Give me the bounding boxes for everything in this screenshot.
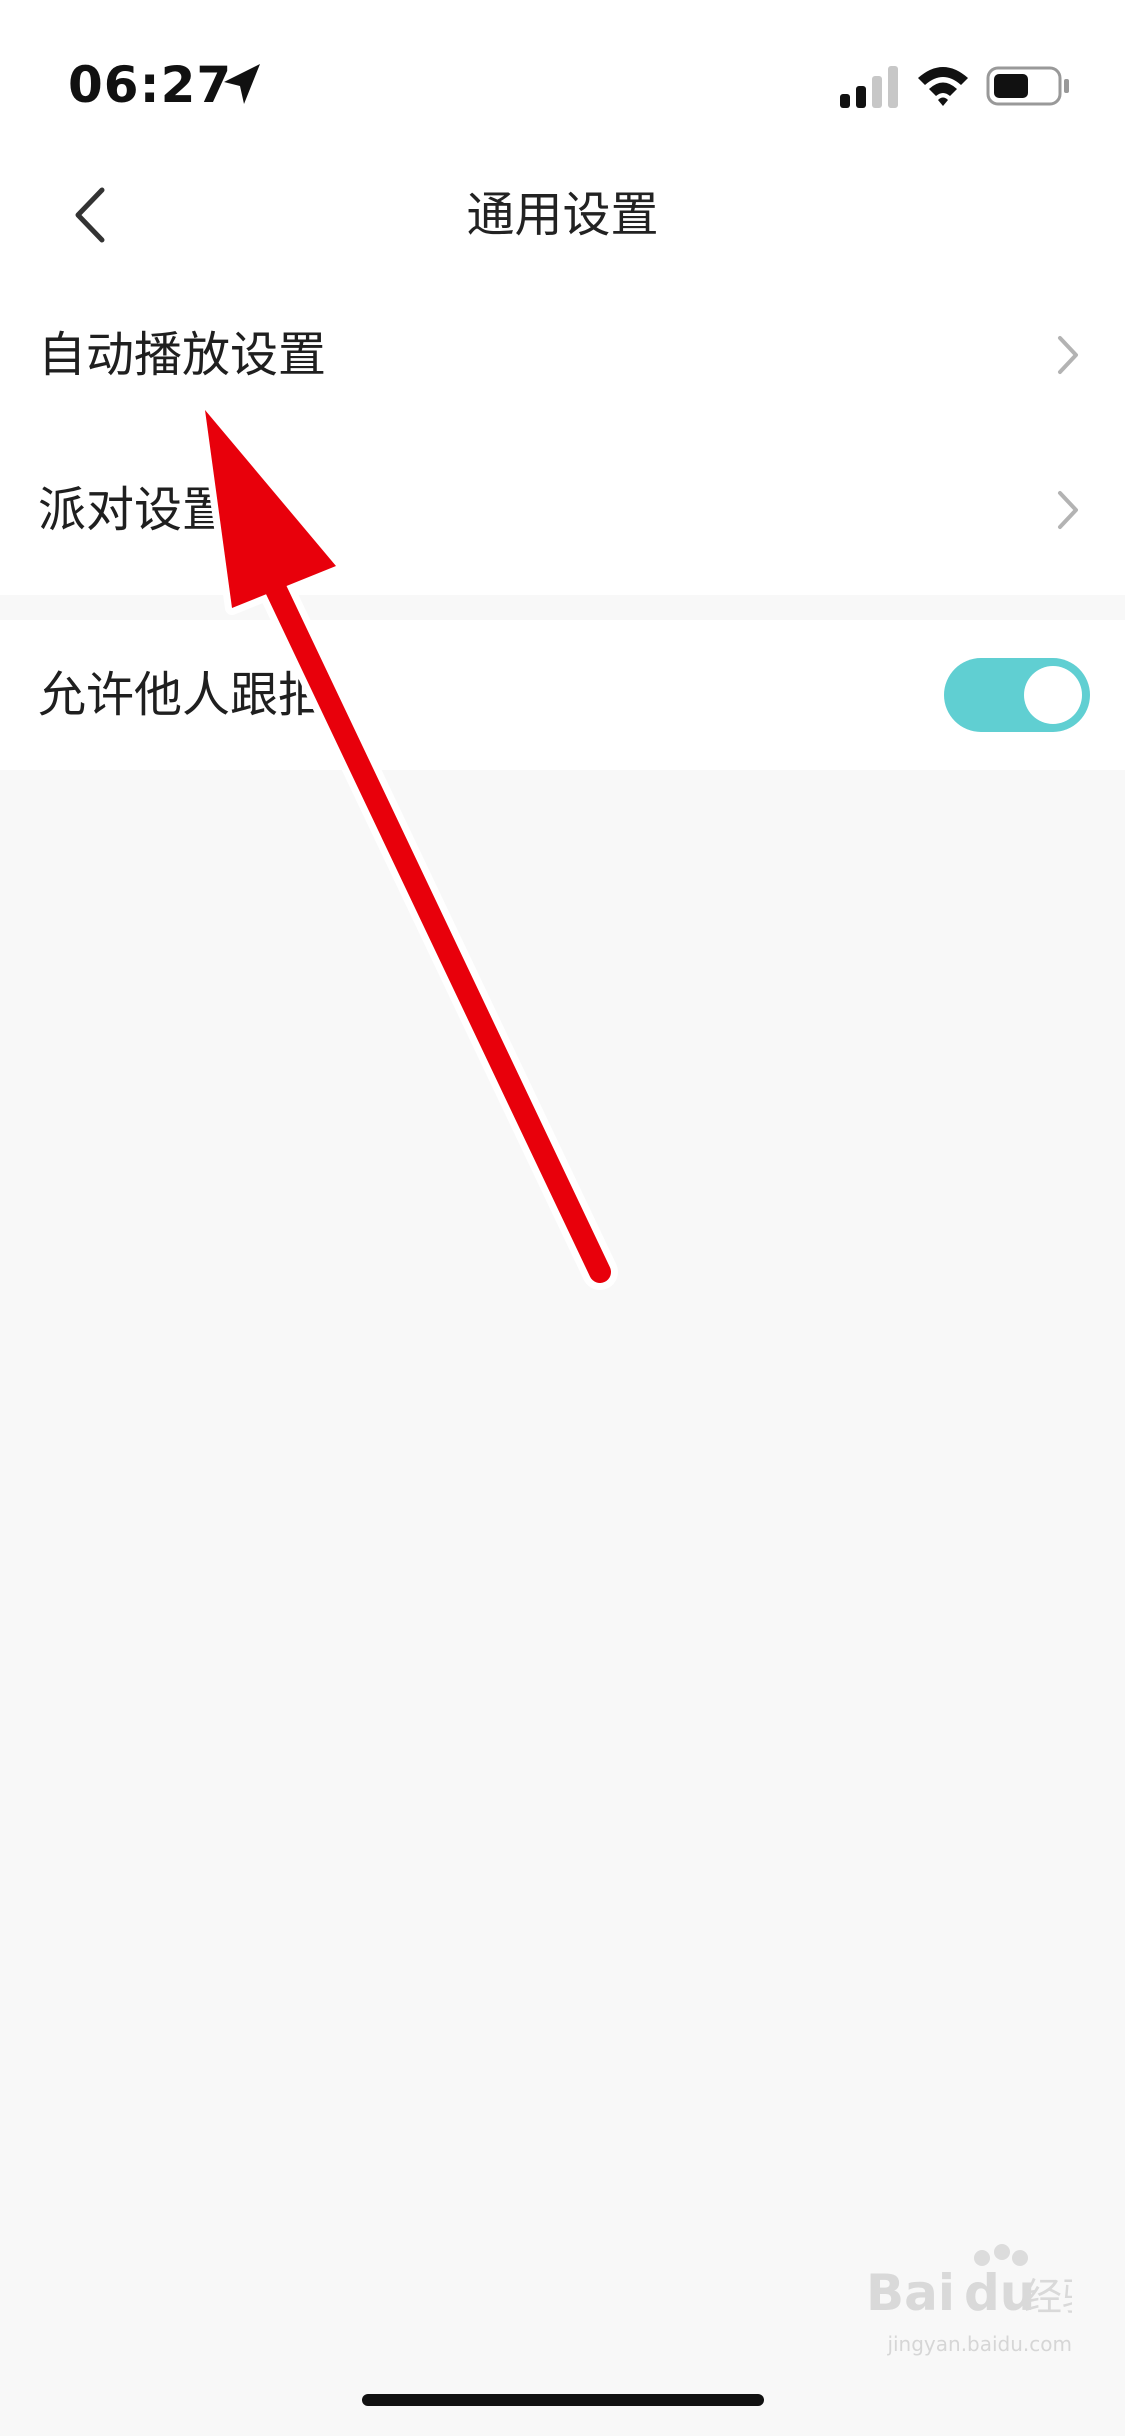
page-title: 通用设置: [466, 187, 659, 243]
location-arrow-icon: [224, 64, 260, 104]
battery-icon: [986, 66, 1069, 106]
status-time: 06:27: [68, 56, 233, 114]
party-settings-item[interactable]: 派对设置: [0, 435, 1125, 585]
home-indicator[interactable]: [362, 2394, 764, 2406]
baidu-jingyan-watermark-logo: Bai du 经验: [866, 2244, 1072, 2322]
chevron-right-icon: [1058, 336, 1078, 374]
autoplay-settings-item[interactable]: 自动播放设置: [0, 280, 1125, 430]
svg-text:经验: 经验: [1024, 2275, 1072, 2319]
toggle-knob: [1024, 666, 1082, 724]
allow-follow-shoot-label: 允许他人跟拍: [38, 667, 327, 723]
cellular-signal-icon: [840, 66, 898, 108]
chevron-right-icon: [1058, 491, 1078, 529]
svg-text:Bai: Bai: [866, 2264, 955, 2322]
nav-bar: 通用设置: [0, 150, 1125, 280]
settings-group-navigation: 自动播放设置 派对设置: [0, 280, 1125, 595]
wifi-icon: [918, 67, 968, 106]
allow-follow-shoot-toggle[interactable]: [944, 658, 1090, 732]
allow-follow-shoot-item: 允许他人跟拍: [0, 620, 1125, 770]
watermark-url: jingyan.baidu.com: [887, 2332, 1072, 2356]
autoplay-settings-label: 自动播放设置: [38, 327, 327, 383]
status-bar: 06:27: [0, 0, 1125, 150]
settings-group-toggles: 允许他人跟拍: [0, 620, 1125, 770]
party-settings-label: 派对设置: [38, 482, 231, 538]
